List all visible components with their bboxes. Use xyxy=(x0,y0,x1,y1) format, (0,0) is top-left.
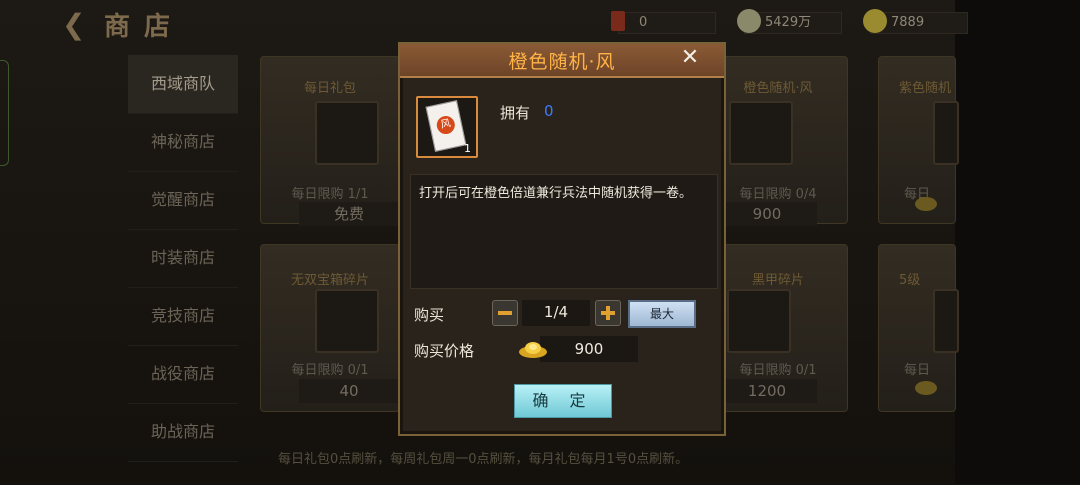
shop-card[interactable]: 无双宝箱碎片 每日限购 0/1 40 xyxy=(260,244,400,412)
card-name: 每日礼包 xyxy=(303,81,356,96)
price-label: 购买价格 xyxy=(414,342,475,360)
sidebar-item-assist-shop[interactable]: 助战商店 xyxy=(128,403,238,462)
card-name: 橙色随机·风 xyxy=(743,81,813,96)
orange-scroll-icon xyxy=(729,101,793,165)
own-label: 拥有 xyxy=(500,104,531,122)
shop-card[interactable]: 紫色随机 每日 xyxy=(878,56,959,224)
card-limit: 每日限购 0/1 xyxy=(739,363,817,378)
card-name: 5级 xyxy=(899,273,921,288)
shop-sidebar: 西域商队 神秘商店 觉醒商店 时装商店 竞技商店 战役商店 助战商店 xyxy=(128,55,238,485)
currency-ticket: 0 xyxy=(611,11,716,34)
quantity-field[interactable]: 1/4 xyxy=(522,300,590,326)
book-icon xyxy=(933,289,959,353)
close-icon[interactable]: ✕ xyxy=(678,45,702,71)
shop-card[interactable]: 每日礼包 每日限购 1/1 免费 xyxy=(260,56,400,226)
refresh-note: 每日礼包0点刷新，每周礼包周一0点刷新，每月礼包每月1号0点刷新。 xyxy=(278,452,689,467)
currency-silver-value: 5429万 xyxy=(765,15,812,30)
card-name: 紫色随机 xyxy=(899,81,952,96)
currency-ticket-value: 0 xyxy=(639,15,648,30)
card-price: 免费 xyxy=(299,202,399,226)
card-limit: 每日限购 0/1 xyxy=(291,363,369,378)
card-limit: 每日限购 0/4 xyxy=(739,187,817,202)
card-limit: 每日 xyxy=(903,363,930,378)
card-price: 40 xyxy=(299,379,399,403)
background-right-panel xyxy=(955,0,1080,484)
sidebar-item-fashion-shop[interactable]: 时装商店 xyxy=(128,229,238,288)
description-box: 打开后可在橙色倍道兼行兵法中随机获得一卷。 xyxy=(410,174,718,289)
gold-ingot-icon xyxy=(519,342,547,358)
sidebar-item-mystery-shop[interactable]: 神秘商店 xyxy=(128,113,238,172)
quantity-value: 1/4 xyxy=(543,303,569,321)
purple-scroll-icon xyxy=(933,101,959,165)
gift-pack-icon xyxy=(315,101,379,165)
currency-gold-value: 7889 xyxy=(891,15,925,30)
currency-silver: 5429万 xyxy=(737,9,842,34)
price-field: 900 xyxy=(540,336,638,362)
left-edge-tab[interactable] xyxy=(0,60,9,166)
sidebar-item-campaign-shop[interactable]: 战役商店 xyxy=(128,345,238,404)
gold-ingot-icon xyxy=(915,381,937,395)
shop-card[interactable]: 5级 每日 xyxy=(878,244,959,412)
silver-ingot-plus-icon[interactable] xyxy=(737,9,761,33)
card-name: 无双宝箱碎片 xyxy=(290,273,369,288)
treasure-chest-icon xyxy=(315,289,379,353)
item-description: 打开后可在橙色倍道兼行兵法中随机获得一卷。 xyxy=(419,186,693,201)
gold-ingot-icon xyxy=(915,197,937,211)
sidebar-item-awakening-shop[interactable]: 觉醒商店 xyxy=(128,171,238,230)
price-value: 900 xyxy=(574,340,604,358)
buy-label: 购买 xyxy=(414,306,445,324)
sidebar-item-arena-shop[interactable]: 竞技商店 xyxy=(128,287,238,346)
shop-card[interactable]: 橙色随机·风 每日限购 0/4 900 xyxy=(708,56,848,226)
card-name: 黑甲碎片 xyxy=(751,273,804,288)
card-limit: 每日限购 1/1 xyxy=(291,187,369,202)
own-value: 0 xyxy=(544,102,554,120)
increase-quantity-button[interactable] xyxy=(595,300,621,326)
item-count: 1 xyxy=(464,142,471,155)
currency-gold: 7889 xyxy=(863,9,968,34)
card-price: 900 xyxy=(717,202,817,226)
decrease-quantity-button[interactable] xyxy=(492,300,518,326)
back-arrow-icon[interactable]: ❮ xyxy=(62,8,85,41)
confirm-button[interactable]: 确 定 xyxy=(514,384,612,418)
shop-card[interactable]: 黑甲碎片 每日限购 0/1 1200 xyxy=(708,244,848,412)
item-seal-glyph: 风 xyxy=(435,114,457,136)
purchase-dialog: 橙色随机·风 ✕ 风 1 拥有 0 打开后可在橙色倍道兼行兵法中随机获得一卷。 … xyxy=(398,42,726,436)
dialog-title: 橙色随机·风 xyxy=(508,51,616,73)
gold-ingot-plus-icon[interactable] xyxy=(863,9,887,33)
scroll-card-icon: 风 xyxy=(425,100,467,152)
sidebar-item-western-caravan[interactable]: 西域商队 xyxy=(128,55,238,114)
page-title: 商店 xyxy=(104,12,185,42)
card-ticket-icon xyxy=(611,11,625,31)
max-quantity-button[interactable]: 最大 xyxy=(628,300,696,328)
hero-portrait-icon xyxy=(727,289,791,353)
item-slot[interactable]: 风 1 xyxy=(416,96,478,158)
card-price: 1200 xyxy=(717,379,817,403)
